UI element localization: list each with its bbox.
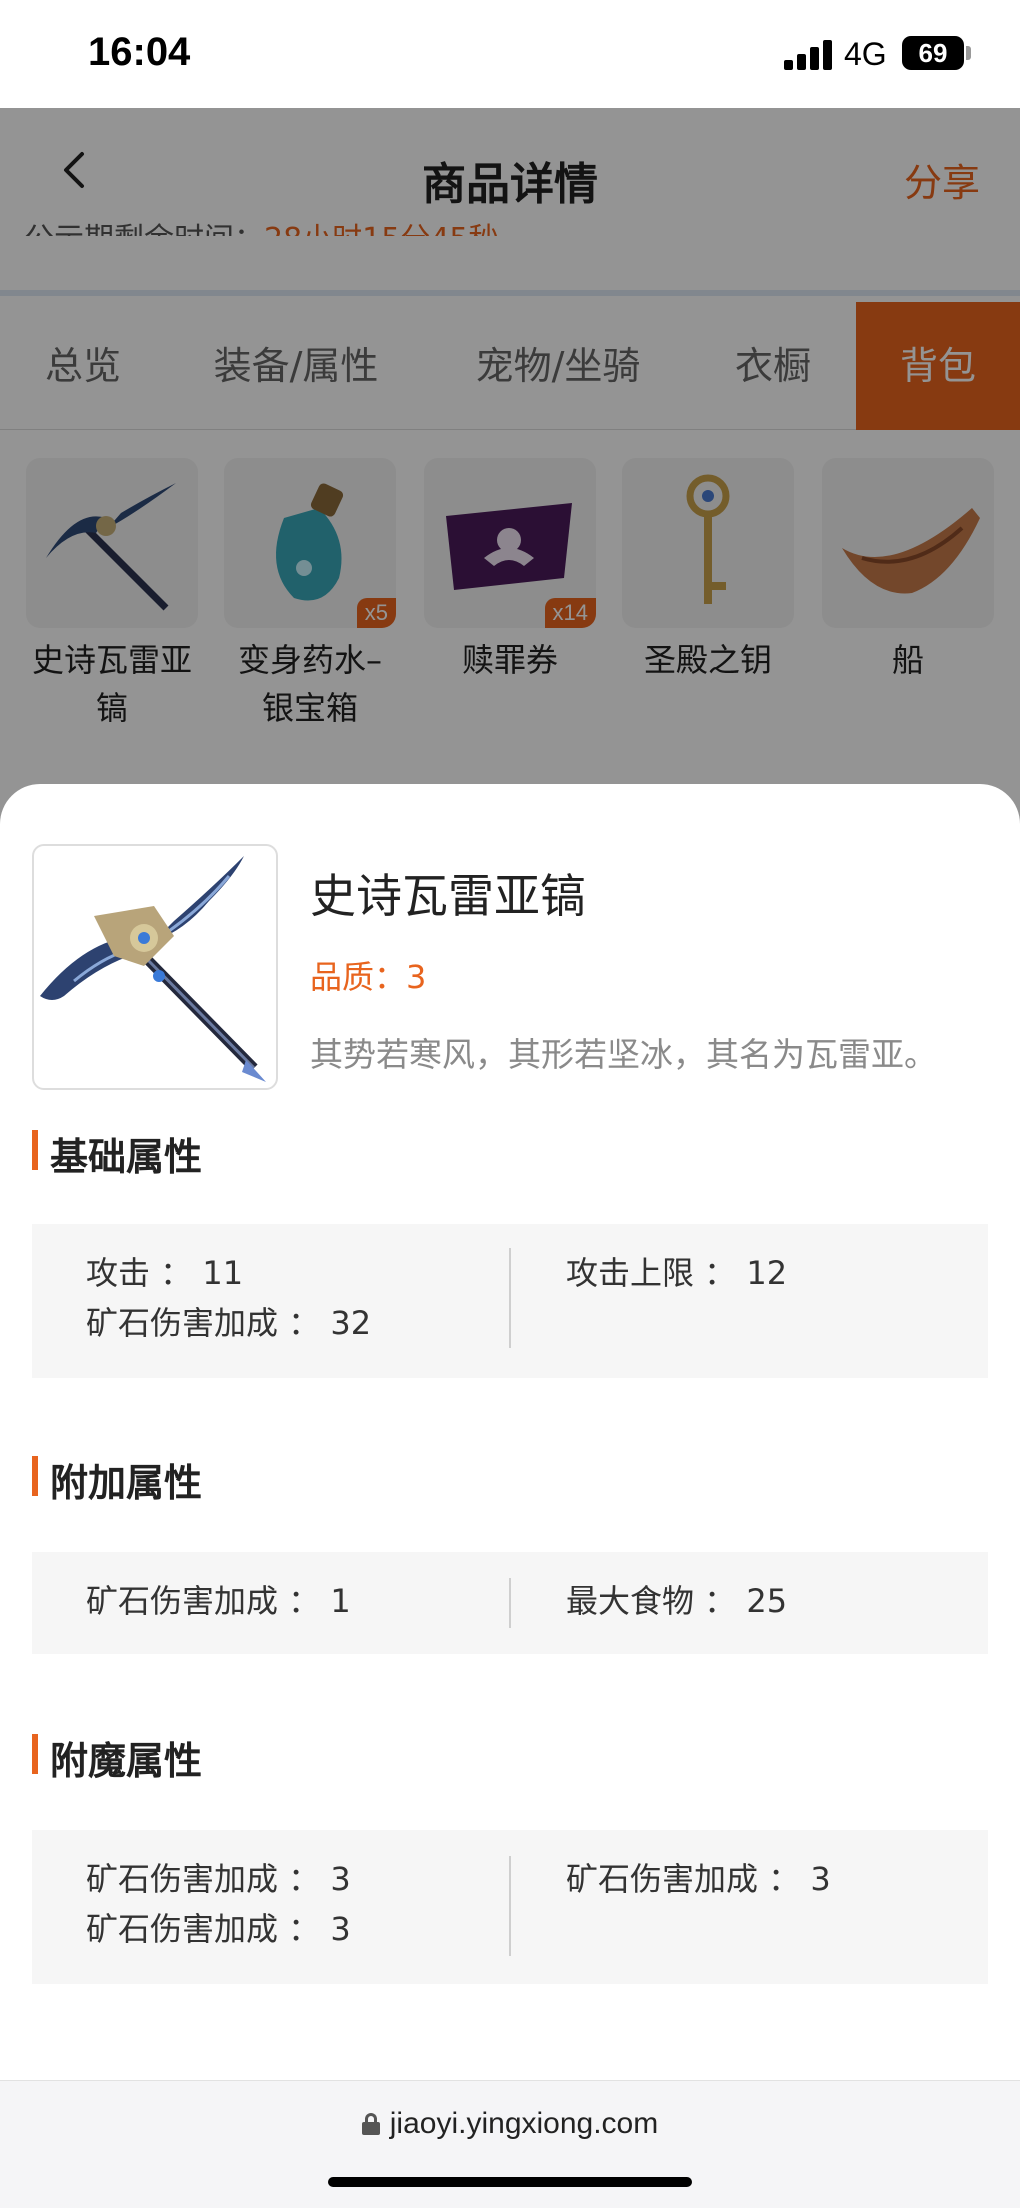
item-title: 史诗瓦雷亚镐 [310, 869, 586, 923]
column-divider [509, 1248, 511, 1348]
attr-box-basic: 攻击 ： 11 矿石伤害加成 ： 32 攻击上限 ： 12 [32, 1224, 988, 1378]
url-text: jiaoyi.yingxiong.com [389, 2107, 659, 2140]
attr-box-extra: 矿石伤害加成 ： 1 最大食物 ： 25 [32, 1552, 988, 1654]
item-detail-sheet: 史诗瓦雷亚镐 品质：3 其势若寒风，其形若坚冰，其名为瓦雷亚。 基础属性 攻击 … [0, 784, 1020, 2208]
attr-line: 矿石伤害加成 ： 3 [566, 1860, 831, 1898]
status-bar: 16:04 4G 69 [0, 0, 1020, 108]
attr-line: 攻击上限 ： 12 [566, 1254, 788, 1292]
section-title-enchant: 附魔属性 [32, 1730, 202, 1785]
attr-column-right: 攻击上限 ： 12 [566, 1248, 787, 1298]
attr-column-left: 矿石伤害加成 ： 1 [86, 1576, 351, 1626]
lock-icon [361, 2113, 380, 2135]
item-quality: 品质：3 [310, 958, 427, 996]
attr-line: 矿石伤害加成 ： 1 [86, 1582, 351, 1620]
column-divider [509, 1856, 511, 1956]
home-indicator[interactable] [328, 2177, 692, 2187]
attr-box-enchant: 矿石伤害加成 ： 3 矿石伤害加成 ： 3 矿石伤害加成 ： 3 [32, 1830, 988, 1984]
network-type: 4G [844, 36, 887, 72]
column-divider [509, 1578, 511, 1628]
signal-icon [784, 38, 832, 70]
pickaxe-icon [40, 856, 266, 1082]
url-display[interactable]: jiaoyi.yingxiong.com [0, 2107, 1020, 2141]
attr-column-left: 攻击 ： 11 矿石伤害加成 ： 32 [86, 1248, 371, 1348]
battery-cap [966, 46, 971, 60]
attr-line: 矿石伤害加成 ： 32 [86, 1304, 372, 1342]
attr-column-right: 矿石伤害加成 ： 3 [566, 1854, 831, 1904]
attr-line: 矿石伤害加成 ： 3 [86, 1910, 351, 1948]
attr-line: 攻击 ： 11 [86, 1254, 244, 1292]
item-image [32, 844, 278, 1090]
battery-icon: 69 [902, 36, 964, 70]
section-title-basic: 基础属性 [32, 1126, 202, 1181]
browser-address-bar[interactable]: jiaoyi.yingxiong.com [0, 2080, 1020, 2208]
status-time: 16:04 [88, 30, 191, 74]
attr-column-right: 最大食物 ： 25 [566, 1576, 787, 1626]
section-title-extra: 附加属性 [32, 1452, 202, 1507]
attr-line: 最大食物 ： 25 [566, 1582, 788, 1620]
attr-column-left: 矿石伤害加成 ： 3 矿石伤害加成 ： 3 [86, 1854, 351, 1954]
attr-line: 矿石伤害加成 ： 3 [86, 1860, 351, 1898]
item-description: 其势若寒风，其形若坚冰，其名为瓦雷亚。 [310, 1035, 937, 1074]
